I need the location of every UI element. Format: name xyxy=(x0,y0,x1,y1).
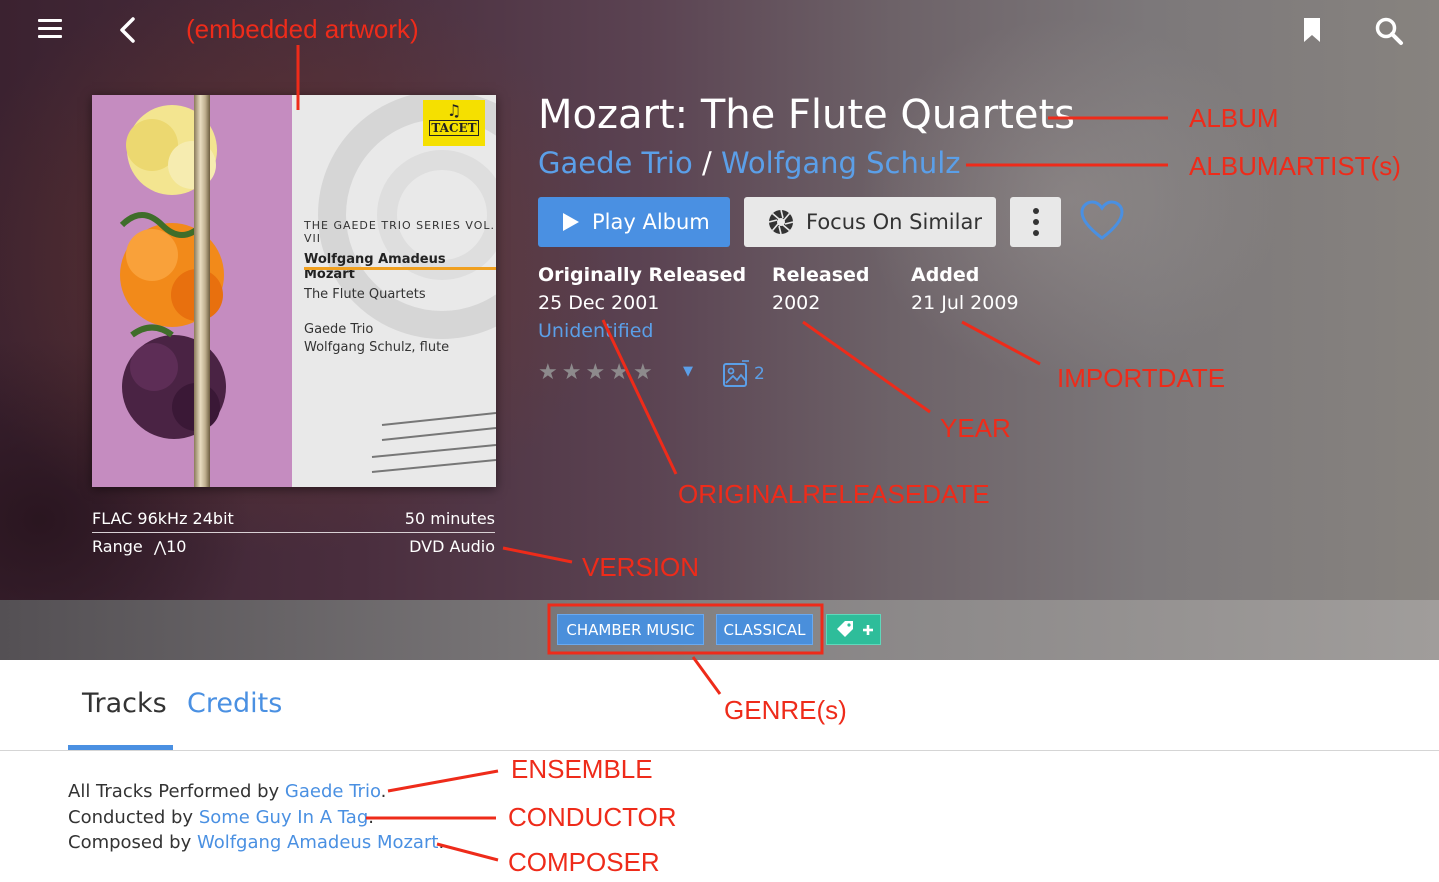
added-date: 21 Jul 2009 xyxy=(911,292,1019,314)
label-logo: ♫ TACET xyxy=(423,100,485,146)
original-release-date: 25 Dec 2001 xyxy=(538,292,660,314)
conductor-prefix: Conducted by xyxy=(68,807,199,828)
artist-separator: / xyxy=(692,146,721,180)
cover-performer-text-2: Wolfgang Schulz, flute xyxy=(304,340,450,355)
ensemble-credit: All Tracks Performed by Gaede Trio. xyxy=(68,781,386,802)
sentence-end: . xyxy=(380,781,387,802)
image-gallery-icon xyxy=(723,360,749,387)
tag-plus-icon xyxy=(836,620,873,637)
annotation-album: ALBUM xyxy=(1189,103,1279,133)
tab-credits[interactable]: Credits xyxy=(187,688,282,719)
album-title: Mozart: The Flute Quartets xyxy=(538,92,1076,138)
sentence-end: . xyxy=(368,807,374,828)
star-icon[interactable]: ★ xyxy=(609,360,633,385)
album-artists: Gaede Trio / Wolfgang Schulz xyxy=(538,146,961,180)
bookmark-icon[interactable] xyxy=(1302,17,1322,43)
more-options-button[interactable] xyxy=(1010,197,1061,247)
added-label: Added xyxy=(911,264,980,286)
released-label: Released xyxy=(772,264,870,286)
composer-link[interactable]: Wolfgang Amadeus Mozart xyxy=(197,832,438,853)
album-artist-link[interactable]: Gaede Trio xyxy=(538,146,693,180)
annotation-version: VERSION xyxy=(582,552,700,582)
release-year: 2002 xyxy=(772,292,821,314)
genre-tag[interactable]: CLASSICAL xyxy=(716,614,813,645)
album-duration: 50 minutes xyxy=(404,509,495,528)
star-icon[interactable]: ★ xyxy=(585,360,609,385)
identification-status-link[interactable]: Unidentified xyxy=(538,320,653,342)
annotation-composer: COMPOSER xyxy=(508,847,660,877)
star-icon[interactable]: ★ xyxy=(538,360,562,385)
annotation-ensemble: ENSEMBLE xyxy=(511,754,653,784)
album-version: DVD Audio xyxy=(409,537,495,556)
play-icon xyxy=(563,213,579,231)
artwork-count: 2 xyxy=(754,364,765,384)
flute-image xyxy=(194,95,210,487)
conductor-link[interactable]: Some Guy In A Tag xyxy=(199,807,368,828)
format-divider xyxy=(92,532,495,533)
ensemble-link[interactable]: Gaede Trio xyxy=(285,781,381,802)
annotation-genre: GENRE(s) xyxy=(724,695,847,725)
tabs-divider xyxy=(0,750,1439,751)
rating-dropdown-arrow-icon[interactable]: ▼ xyxy=(683,364,693,379)
play-album-button[interactable]: Play Album xyxy=(538,197,730,247)
album-artist-link[interactable]: Wolfgang Schulz xyxy=(721,146,961,180)
focus-on-similar-button[interactable]: Focus On Similar xyxy=(744,197,996,247)
search-icon[interactable] xyxy=(1374,16,1404,46)
album-cover-art[interactable]: ♫ TACET The Gaede Trio Series Vol. VII W… xyxy=(92,95,496,487)
cover-photo-panel xyxy=(92,95,292,487)
add-tag-button[interactable] xyxy=(826,614,881,645)
annotation-conductor: CONDUCTOR xyxy=(508,802,677,832)
vertical-dots-icon xyxy=(1032,208,1039,236)
audio-format: FLAC 96kHz 24bit xyxy=(92,509,234,528)
artwork-count-button[interactable]: 2 xyxy=(722,360,765,388)
range-row: Range ⋀10 DVD Audio xyxy=(92,537,495,556)
back-arrow-icon[interactable] xyxy=(116,16,140,44)
genre-tag[interactable]: CHAMBER MUSIC xyxy=(557,614,704,645)
range-label: Range xyxy=(92,537,143,556)
format-row: FLAC 96kHz 24bit 50 minutes xyxy=(92,509,495,528)
annotation-year: YEAR xyxy=(940,413,1011,443)
original-release-label: Originally Released xyxy=(538,264,747,286)
annotation-embedded-artwork: (embedded artwork) xyxy=(186,14,419,44)
conductor-credit: Conducted by Some Guy In A Tag. xyxy=(68,807,374,828)
annotation-importdate: IMPORTDATE xyxy=(1057,363,1226,393)
composer-credit: Composed by Wolfgang Amadeus Mozart. xyxy=(68,832,444,853)
cover-work-text: The Flute Quartets xyxy=(304,287,426,302)
background-blur xyxy=(720,0,1439,600)
cover-underline xyxy=(304,267,496,270)
annotation-originalreleasedate: ORIGINALRELEASEDATE xyxy=(678,479,990,509)
range-icon: ⋀ xyxy=(153,538,167,556)
menu-icon[interactable] xyxy=(38,19,62,41)
composer-prefix: Composed by xyxy=(68,832,197,853)
star-icon[interactable]: ★ xyxy=(562,360,586,385)
heart-icon[interactable] xyxy=(1080,200,1124,242)
sentence-end: . xyxy=(438,832,445,853)
annotation-albumartist: ALBUMARTIST(s) xyxy=(1189,151,1401,181)
range-value: 10 xyxy=(166,537,187,556)
star-icon[interactable]: ★ xyxy=(633,360,657,385)
tab-tracks[interactable]: Tracks xyxy=(82,688,167,719)
cover-series-text: The Gaede Trio Series Vol. VII xyxy=(304,219,495,245)
cover-performer-text: Gaede Trio xyxy=(304,322,374,337)
aperture-icon xyxy=(768,209,794,235)
play-album-label: Play Album xyxy=(592,210,710,234)
ensemble-prefix: All Tracks Performed by xyxy=(68,781,285,802)
star-rating[interactable]: ★★★★★ xyxy=(538,360,657,385)
focus-on-similar-label: Focus On Similar xyxy=(806,210,982,234)
